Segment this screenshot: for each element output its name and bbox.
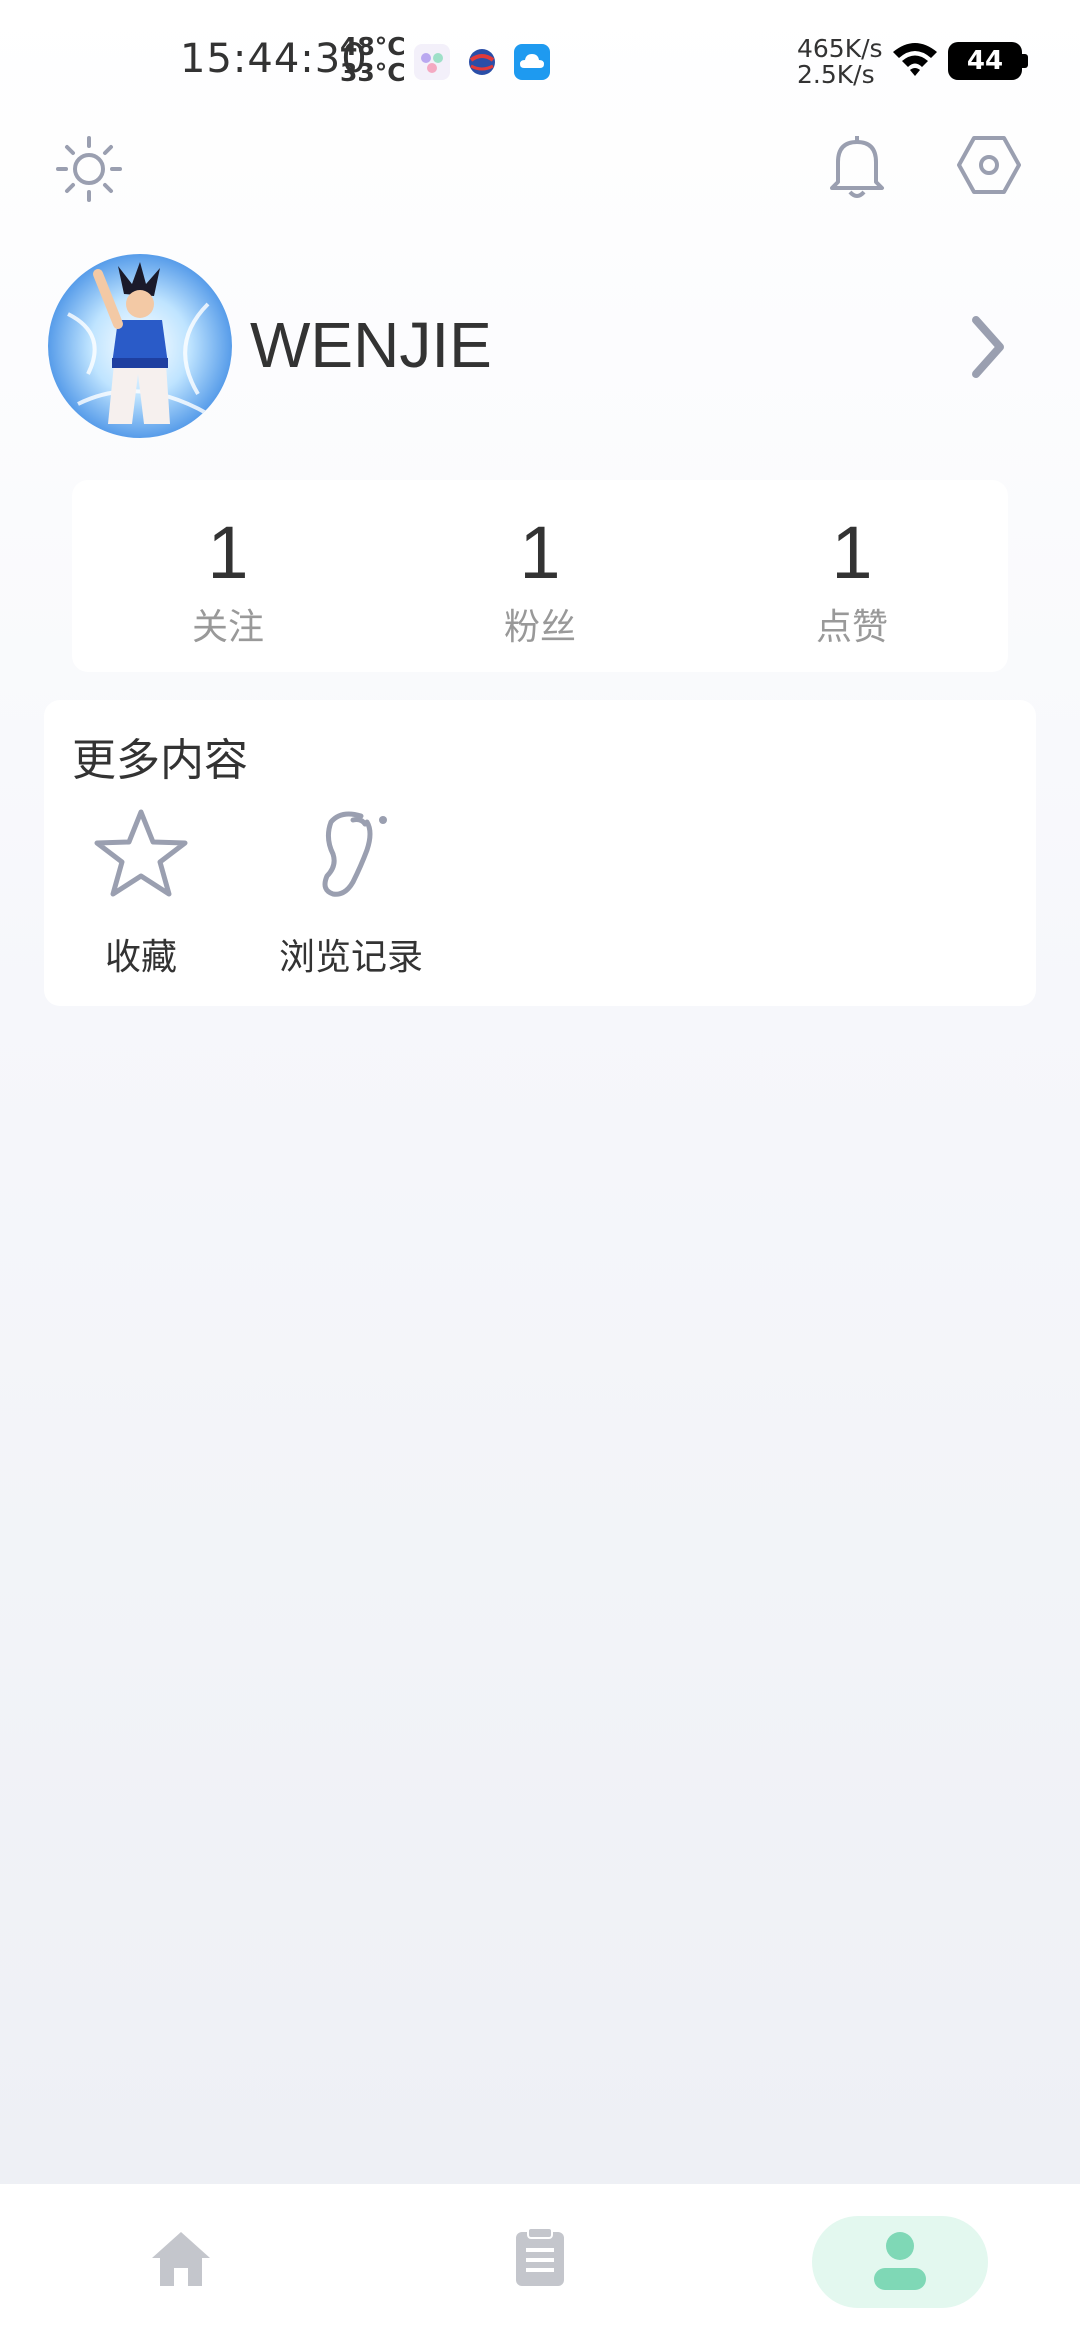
favorites-button[interactable]: 收藏 [46, 804, 236, 994]
avatar[interactable] [48, 254, 232, 438]
tab-profile[interactable] [812, 2216, 988, 2308]
network-speed: 465K/s 2.5K/s [797, 36, 883, 88]
stat-label: 关注 [191, 607, 264, 648]
battery-indicator: 44 [948, 42, 1022, 80]
history-label: 浏览记录 [278, 937, 423, 978]
footprint-icon [301, 804, 401, 908]
stat-value: 1 [207, 511, 249, 594]
temp-low: 33°C [340, 58, 406, 87]
sun-icon[interactable] [54, 134, 124, 208]
chevron-right-icon[interactable] [968, 312, 1008, 386]
battery-tip [1022, 54, 1028, 68]
net-up-speed: 465K/s [797, 34, 883, 63]
settings-icon[interactable] [956, 132, 1022, 202]
history-button[interactable]: 浏览记录 [256, 804, 446, 994]
stat-followers[interactable]: 1 粉丝 [384, 480, 696, 672]
stat-value: 1 [831, 511, 873, 594]
username: WENJIE [250, 309, 492, 381]
stat-likes[interactable]: 1 点赞 [696, 480, 1008, 672]
stat-label: 点赞 [815, 607, 888, 648]
status-bar: 15:44:30 48°C 33°C 465K/s 2.5K/s 44 [0, 0, 1080, 120]
tab-tasks[interactable] [480, 2216, 600, 2308]
app-notification-icon [414, 44, 450, 80]
stats-card: 1 关注 1 粉丝 1 点赞 [72, 480, 1008, 672]
bell-icon[interactable] [826, 130, 888, 204]
cloud-app-icon [514, 44, 550, 80]
stat-value: 1 [519, 511, 561, 594]
stat-following[interactable]: 1 关注 [72, 480, 384, 672]
clipboard-icon [514, 2226, 566, 2292]
stat-label: 粉丝 [503, 607, 576, 648]
profile-header[interactable]: WENJIE [48, 254, 1038, 438]
section-title: 更多内容 [72, 735, 248, 786]
bottom-tab-bar [0, 2184, 1080, 2340]
net-down-speed: 2.5K/s [797, 60, 875, 89]
app-notification-icon [464, 44, 500, 80]
home-icon [150, 2228, 212, 2294]
user-icon [872, 2230, 928, 2296]
temp-high: 48°C [340, 32, 406, 61]
favorites-label: 收藏 [104, 937, 177, 978]
wifi-icon [890, 38, 940, 86]
tab-home[interactable] [120, 2216, 240, 2308]
status-temperatures: 48°C 33°C [340, 34, 406, 86]
more-content-card: 更多内容 收藏 浏览记录 [44, 700, 1036, 1006]
star-icon [91, 804, 191, 908]
